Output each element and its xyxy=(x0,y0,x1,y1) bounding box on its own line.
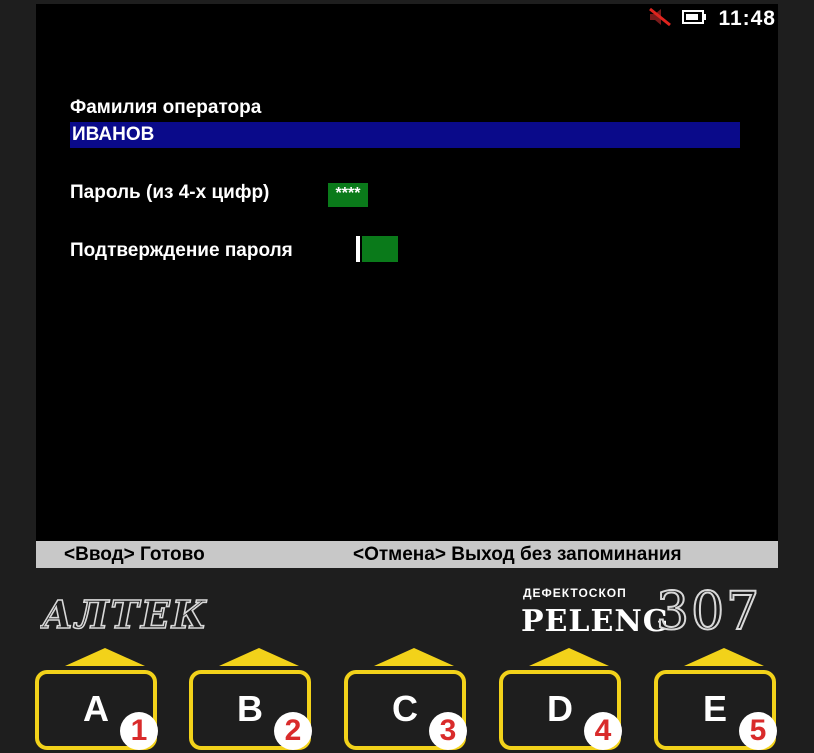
speaker-muted-icon xyxy=(648,7,672,32)
confirm-password-label: Подтверждение пароля xyxy=(70,240,293,261)
text-cursor xyxy=(356,236,360,262)
device-screen: 11:48 Фамилия оператора ИВАНОВ Пароль (и… xyxy=(36,4,778,541)
device-body: 11:48 Фамилия оператора ИВАНОВ Пароль (и… xyxy=(0,0,814,753)
brand-name: PELENG xyxy=(521,604,670,639)
function-key-b[interactable]: B 2 xyxy=(186,648,314,753)
triangle-up-icon xyxy=(684,648,764,666)
key-number-badge: 1 xyxy=(120,712,158,750)
key-number-badge: 5 xyxy=(739,712,777,750)
clock: 11:48 xyxy=(718,7,776,30)
triangle-up-icon xyxy=(529,648,609,666)
svg-text:АЛТЕК: АЛТЕК xyxy=(40,592,208,637)
operator-name-label: Фамилия оператора xyxy=(70,97,262,118)
key-number-badge: 3 xyxy=(429,712,467,750)
battery-icon xyxy=(682,9,708,30)
device-type-label: ДЕФЕКТОСКОП xyxy=(523,586,627,600)
function-key-a[interactable]: A 1 xyxy=(32,648,160,753)
password-label: Пароль (из 4-х цифр) xyxy=(70,182,270,203)
key-number-badge: 4 xyxy=(584,712,622,750)
operator-name-field[interactable]: ИВАНОВ xyxy=(70,122,740,148)
hint-cancel-exit: <Отмена> Выход без запоминания xyxy=(353,544,682,565)
confirm-password-field[interactable] xyxy=(362,236,398,262)
password-field[interactable]: **** xyxy=(328,183,368,207)
triangle-up-icon xyxy=(65,648,145,666)
function-key-e[interactable]: E 5 xyxy=(651,648,779,753)
function-key-d[interactable]: D 4 xyxy=(496,648,624,753)
triangle-up-icon xyxy=(219,648,299,666)
model-number: 307 xyxy=(655,581,762,643)
triangle-up-icon xyxy=(374,648,454,666)
alter-logo: АЛТЕК xyxy=(38,590,220,645)
key-number-badge: 2 xyxy=(274,712,312,750)
hint-enter-done: <Ввод> Готово xyxy=(64,544,205,565)
function-key-c[interactable]: C 3 xyxy=(341,648,469,753)
status-bar: 11:48 xyxy=(648,4,778,34)
hint-bar: <Ввод> Готово <Отмена> Выход без запомин… xyxy=(36,541,778,568)
